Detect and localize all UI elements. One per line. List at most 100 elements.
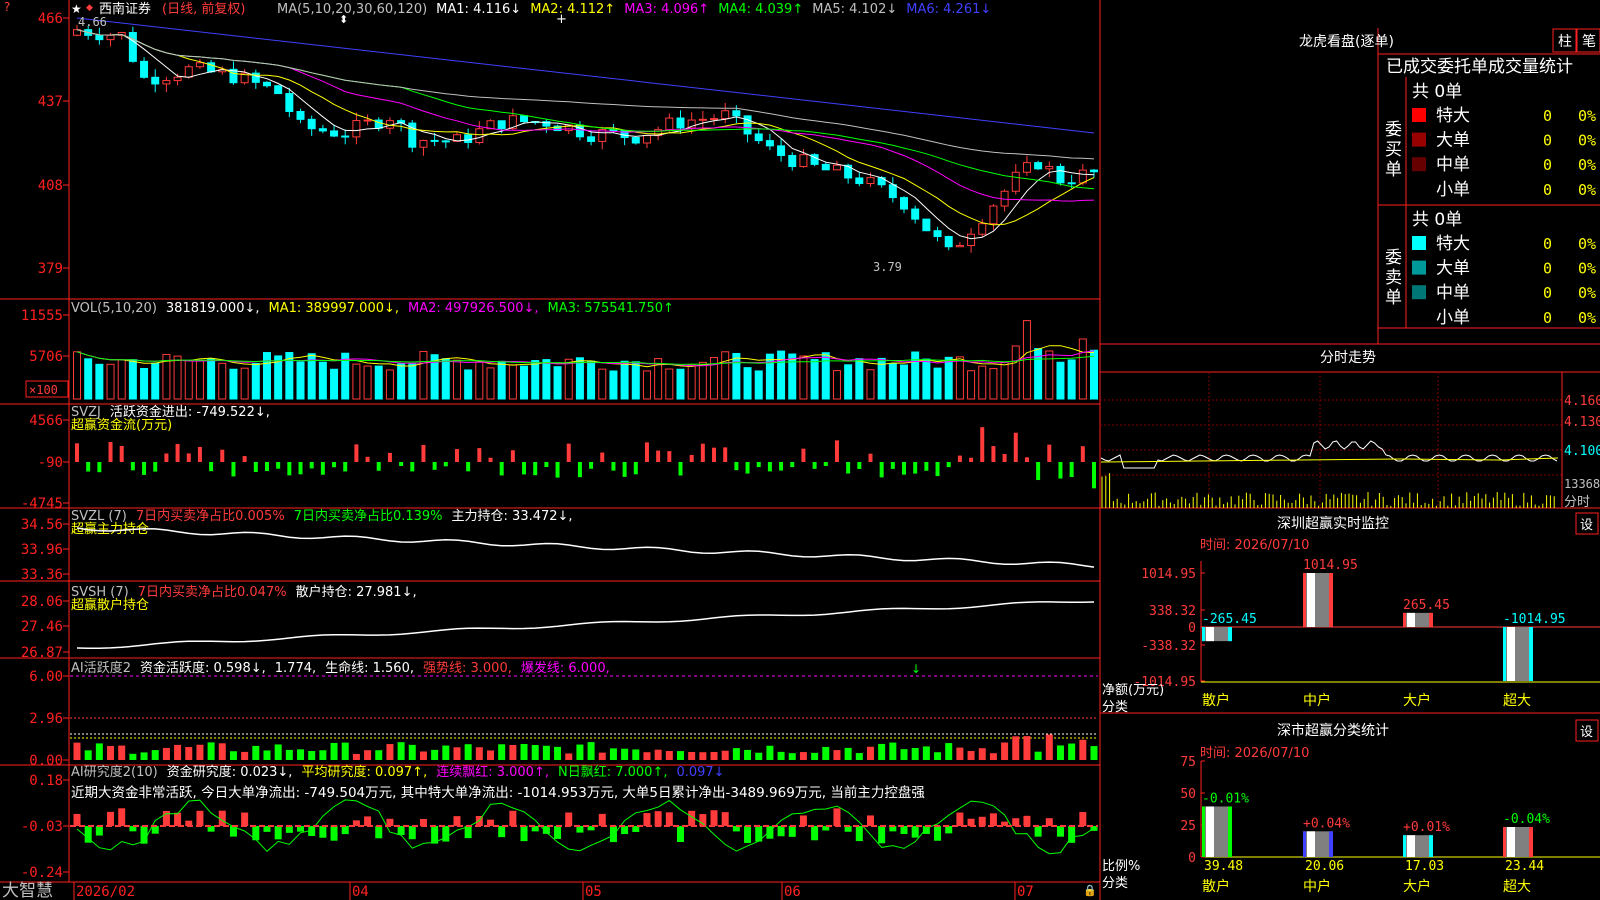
candle-body — [888, 184, 897, 199]
fund-flow-bar — [589, 462, 594, 469]
retail-holding-sublabel: 超赢散户持仓 — [71, 597, 149, 613]
volume-bar — [955, 356, 964, 400]
help-icon[interactable]: ? — [4, 0, 10, 14]
retail-holding-panel[interactable]: SVSH (7) 7日内买卖净占比0.047% 散户持仓: 27.981↓, 超赢散… — [21, 584, 1095, 661]
fund-flow-bar — [656, 450, 661, 462]
research-bar — [710, 810, 718, 826]
legend-item: AI活跃度2 — [71, 660, 131, 676]
candle-body — [419, 139, 428, 148]
fund-flow-panel[interactable]: SVZJ 活跃资金进出: -749.522↓, 超赢资金流(万元) 4566-90… — [21, 404, 1096, 512]
activity-bar — [1079, 739, 1087, 760]
fund-flow-bar — [846, 462, 851, 474]
bar-value-label: -0.01% — [1202, 791, 1249, 806]
volume-bar — [251, 362, 260, 400]
activity-bar — [587, 742, 595, 760]
candle-body — [799, 154, 808, 168]
activity-bar — [766, 745, 774, 760]
volume-bar — [363, 365, 372, 400]
research-bar — [520, 826, 528, 842]
main-price-panel[interactable]: ★ ◆ 西南证券 (日线, 前复权) ? MA(5,10,20,30,60,12… — [4, 0, 1098, 277]
main-holding-panel[interactable]: SVZL (7) 7日内买卖净占比0.005% 7日内买卖净占比0.139% 主力持仓… — [21, 508, 1095, 583]
candle-body — [832, 164, 841, 171]
category-bar-highlight — [1507, 627, 1515, 681]
activity-bar — [889, 742, 897, 760]
bar-value-label: +0.04% — [1303, 816, 1350, 831]
star-icon[interactable]: ★ — [71, 2, 82, 16]
sz-class-panel[interactable]: 深市超赢分类统计 设 时间: 2026/07/10 75 50 25 0 -0.01% 3… — [1102, 719, 1600, 895]
candle-body — [441, 140, 450, 143]
sz-monitor-panel[interactable]: 深圳超赢实时监控 设 时间: 2026/07/10 1014.95 338.32 0… — [1102, 512, 1600, 715]
fund-comment: 近期大资金非常活跃, 今日大单净流出: -749.504万元, 其中特大单净流出… — [71, 784, 925, 801]
ai-research-panel[interactable]: AI研究度2(10) 资金研究度: 0.023↓, 平均研究度: 0.097↑, 连续… — [21, 764, 1098, 881]
volume-bar — [106, 363, 115, 400]
chart-y-tick: 75 — [1180, 755, 1196, 770]
activity-bar — [162, 747, 170, 760]
intraday-tick: 4.130 — [1564, 415, 1600, 430]
activity-bar — [665, 750, 673, 760]
order-swatch — [1412, 108, 1426, 122]
volume-bar — [73, 351, 81, 400]
net-amount-bar-chart: 1014.95 338.32 0 -338.32 -1014.95 -265.45 散户 10… — [1133, 558, 1600, 709]
volume-bar — [888, 363, 897, 400]
legend-item: 7日内买卖净占比0.047% — [138, 584, 287, 600]
activity-bar — [878, 743, 886, 760]
activity-bar — [196, 744, 204, 760]
fund-flow-bar — [801, 448, 806, 462]
research-bar — [665, 812, 673, 826]
main-holding-axis: 34.56 33.96 33.36 — [21, 517, 69, 583]
y-tick-label: -4745 — [21, 496, 63, 512]
research-bar — [118, 808, 126, 826]
candle-body — [1056, 165, 1065, 184]
research-bar — [621, 826, 629, 835]
activity-bar — [185, 747, 193, 760]
activity-bar — [565, 753, 573, 760]
research-bar — [721, 812, 729, 826]
lock-icon[interactable]: 🔒 — [1083, 884, 1097, 897]
research-bar — [397, 826, 405, 835]
fund-flow-bar — [779, 462, 784, 471]
chart-y-tick: -338.32 — [1141, 639, 1196, 654]
activity-bar — [419, 751, 427, 760]
legend-item: MA6: 4.261↓ — [906, 2, 991, 17]
side-label-char: 卖 — [1385, 268, 1402, 288]
sz-class-time: 时间: 2026/07/10 — [1200, 746, 1309, 761]
fund-flow-bar — [164, 453, 169, 462]
activity-bar — [855, 753, 863, 760]
research-bar — [956, 812, 964, 826]
fund-flow-bar — [332, 462, 337, 468]
candle-body — [710, 118, 719, 121]
volume-ma-line — [76, 345, 1095, 368]
candle-body — [352, 120, 361, 138]
ratio-bar-chart: 75 50 25 0 -0.01% 39.48 散户 +0.04% 20.06 中户 +0.01% 1… — [1180, 755, 1600, 895]
longhu-panel[interactable]: 龙虎看盘(逐单) 柱 笔 已成交委托单成交量统计 共 0单委买单特大 0 0%大单 0… — [1299, 28, 1600, 328]
research-bar — [609, 826, 617, 843]
research-bar — [654, 811, 662, 826]
stock-terminal: ★ ◆ 西南证券 (日线, 前复权) ? MA(5,10,20,30,60,12… — [0, 0, 1600, 900]
fund-flow-bar — [231, 462, 236, 477]
y-tick-label: 5706 — [29, 349, 63, 365]
tick-view-label: 笔 — [1582, 34, 1596, 50]
candle-body — [665, 117, 674, 131]
y-tick-label: 4566 — [29, 413, 63, 429]
activity-bar — [241, 751, 249, 760]
price-line — [1100, 440, 1558, 469]
fund-flow-bar — [879, 462, 884, 478]
intraday-title: 分时走势 — [1320, 350, 1376, 366]
activity-bar — [498, 744, 506, 760]
candle-body — [1022, 162, 1031, 173]
event-marker-icon[interactable]: ⬍ — [339, 13, 348, 26]
volume-bar — [978, 365, 987, 400]
volume-bar — [765, 353, 774, 400]
volume-axis: 11555 5706 — [21, 308, 69, 365]
indicator-icon[interactable]: ◆ — [86, 3, 93, 13]
event-marker-icon[interactable]: + — [556, 12, 567, 27]
intraday-panel[interactable]: 分时走势 4.160 4.130 4.100 13368 分时 — [1100, 350, 1600, 510]
activity-bar — [945, 743, 953, 760]
fund-flow-bar — [823, 462, 828, 467]
date-label: 2026/02 — [76, 884, 135, 900]
legend-item: MA3: 4.096↑ — [624, 2, 709, 17]
volume-panel[interactable]: VOL(5,10,20) 381819.000↓, MA1: 389997.000↓… — [21, 301, 1098, 400]
category-bar-edge — [1503, 826, 1506, 857]
ai-activity-panel[interactable]: AI活跃度2 资金活跃度: 0.598↓, 1.774, 生命线: 1.560, 强势线… — [29, 660, 1098, 769]
volume-bar — [1056, 361, 1065, 400]
